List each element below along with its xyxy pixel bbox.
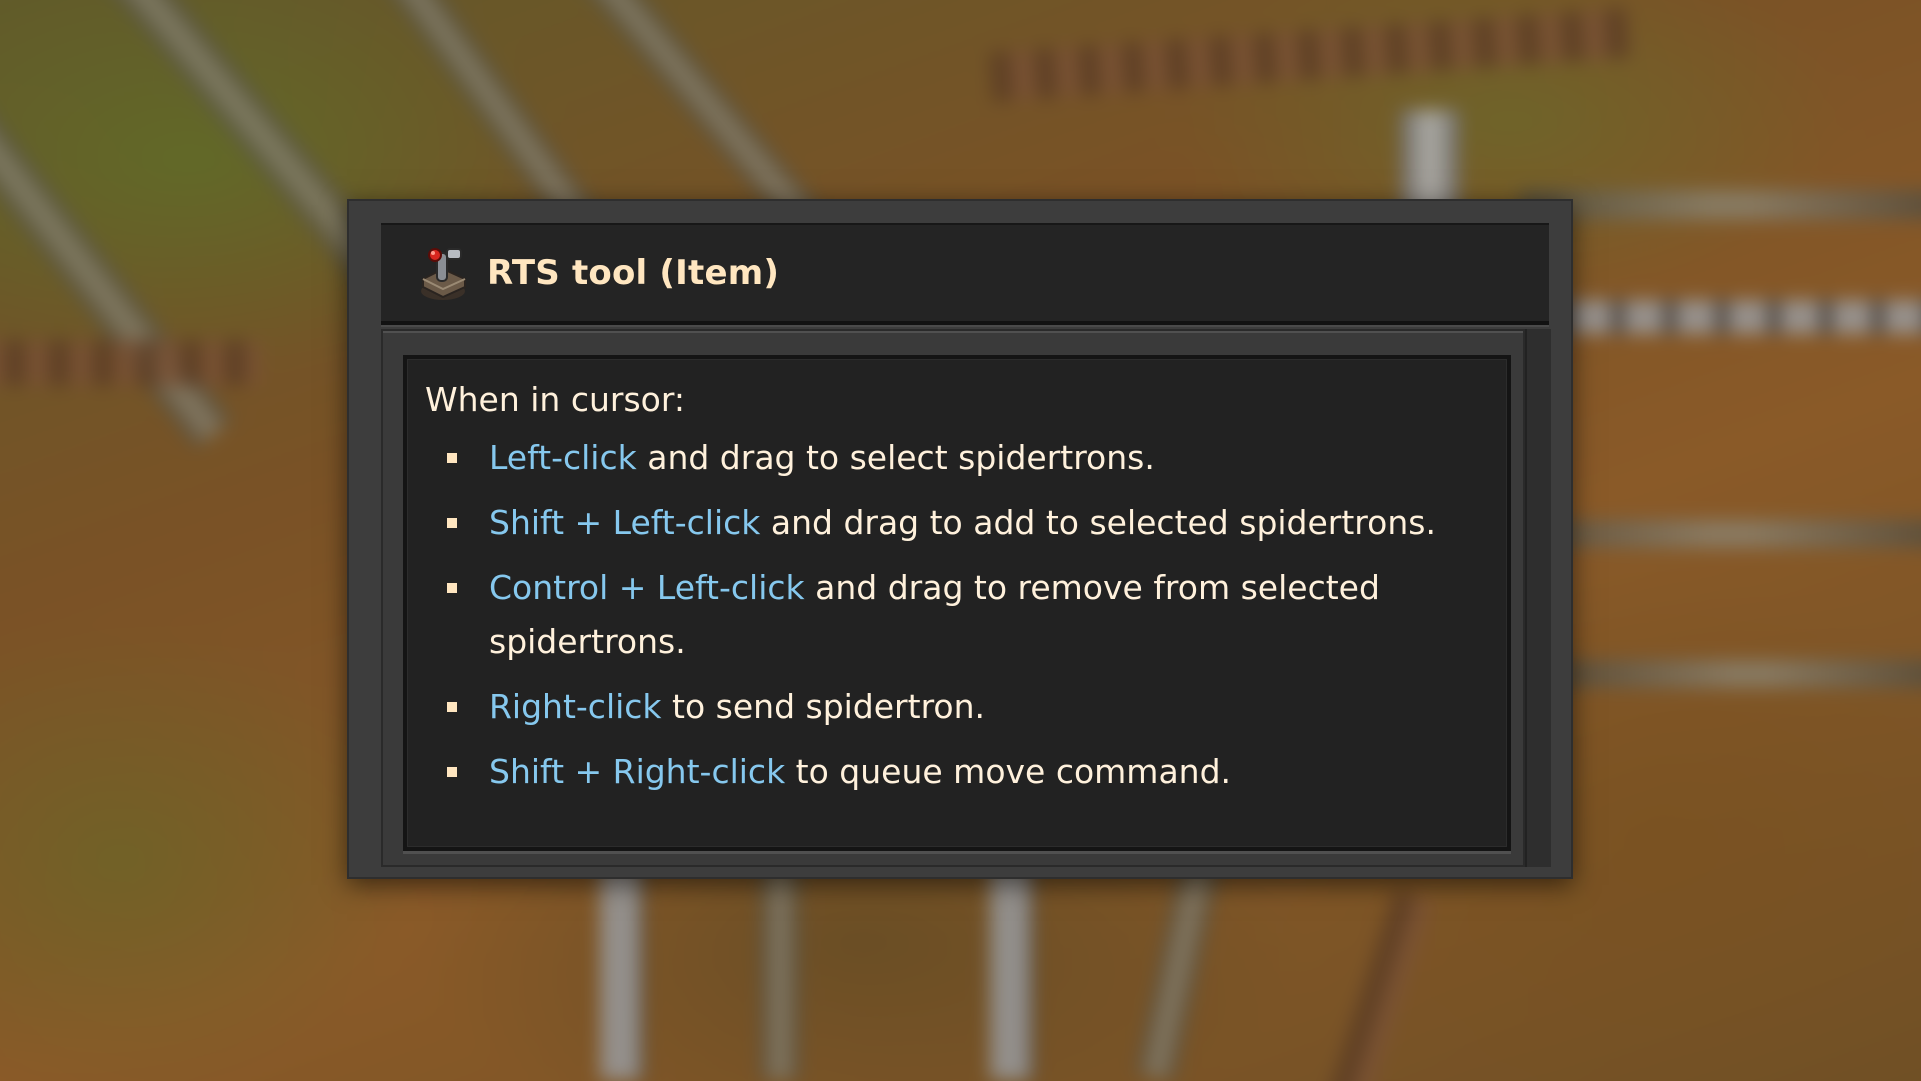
list-item: Shift + Right-click to queue move comman… [425, 745, 1489, 799]
list-item: Control + Left-click and drag to remove … [425, 561, 1489, 669]
key-binding: Control + Left-click [489, 568, 805, 607]
bullet-icon [447, 453, 457, 463]
hint-text: and drag to select spidertrons. [636, 438, 1155, 477]
bullet-icon [447, 518, 457, 528]
rail-track [1560, 660, 1921, 688]
rail-track [1520, 190, 1921, 220]
conveyor-belt [0, 340, 260, 386]
tooltip-body-frame: When in cursor: Left-click and drag to s… [381, 329, 1525, 867]
tooltip-content: When in cursor: Left-click and drag to s… [403, 355, 1511, 851]
tooltip-side-gutter [1525, 329, 1551, 867]
hint-text: to queue move command. [785, 752, 1232, 791]
tooltip-intro: When in cursor: [425, 380, 685, 419]
train-wagon [1520, 300, 1921, 334]
conveyor-belt [989, 7, 1631, 103]
key-binding: Left-click [489, 438, 637, 477]
bullet-icon [447, 702, 457, 712]
tooltip-title: RTS tool (Item) [487, 253, 780, 293]
key-binding: Shift + Left-click [489, 503, 761, 542]
item-tooltip: RTS tool (Item) When in cursor: Left-cli… [347, 199, 1573, 879]
bullet-icon [447, 767, 457, 777]
hint-text: to send spidertron. [661, 687, 986, 726]
list-item: Right-click to send spidertron. [425, 680, 1489, 734]
rail-track [1520, 520, 1921, 548]
hint-text: and drag to add to selected spidertrons. [760, 503, 1436, 542]
tooltip-title-bar: RTS tool (Item) [381, 223, 1549, 325]
key-binding: Shift + Right-click [489, 752, 786, 791]
key-binding: Right-click [489, 687, 662, 726]
list-item: Shift + Left-click and drag to add to se… [425, 496, 1489, 550]
rts-tool-item-icon [421, 248, 466, 300]
control-hints-list: Left-click and drag to select spidertron… [425, 431, 1489, 799]
conveyor-belt [1326, 889, 1434, 1081]
bullet-icon [447, 583, 457, 593]
list-item: Left-click and drag to select spidertron… [425, 431, 1489, 485]
